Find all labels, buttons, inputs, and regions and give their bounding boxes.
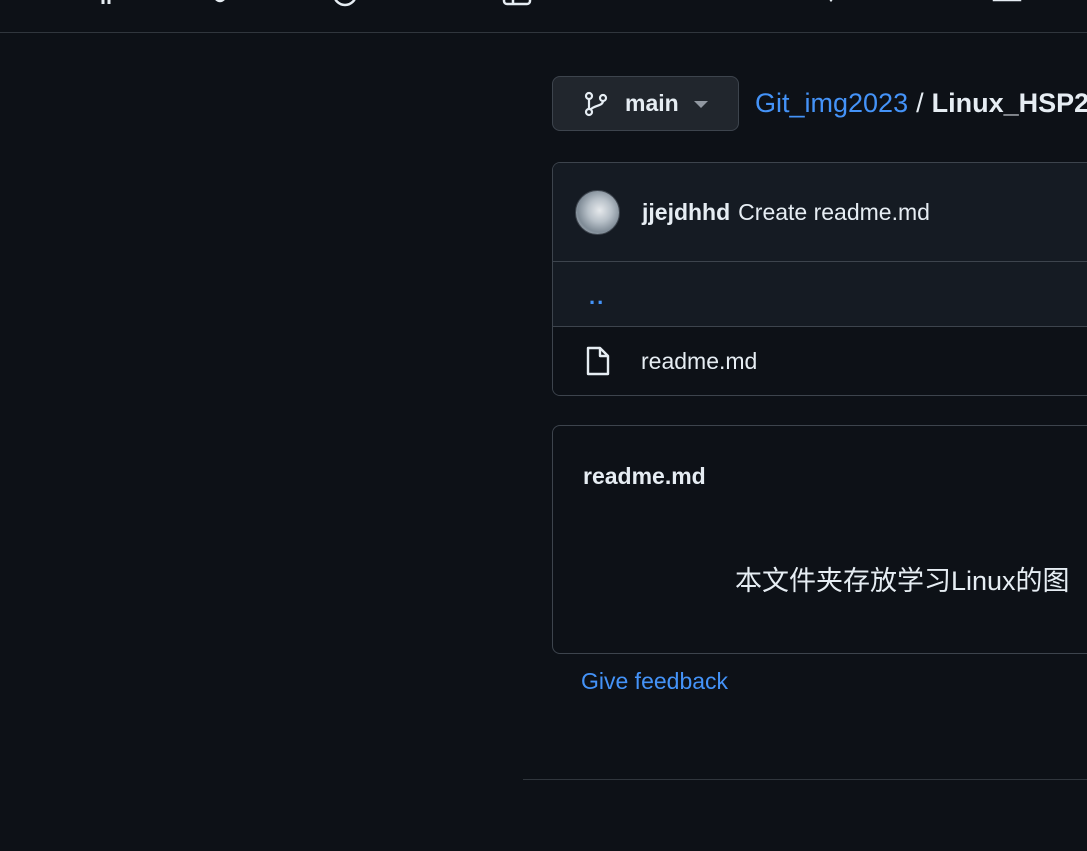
pull-requests-tab-icon[interactable] — [210, 0, 230, 8]
breadcrumb-repo-link[interactable]: Git_img2023 — [755, 88, 908, 118]
commit-author-link[interactable]: jjejdhhd — [642, 199, 730, 226]
chevron-down-icon — [693, 99, 709, 109]
breadcrumb: Git_img2023 /Linux_HSP2 — [755, 88, 1087, 119]
projects-tab-icon[interactable] — [502, 0, 532, 8]
code-tab-icon[interactable] — [100, 0, 126, 8]
readme-title[interactable]: readme.md — [583, 463, 706, 490]
projects-tab-label-fragment[interactable] — [548, 0, 608, 8]
breadcrumb-current-folder: Linux_HSP2 — [931, 88, 1087, 118]
parent-directory-row[interactable]: .. — [553, 262, 1087, 327]
avatar[interactable] — [575, 189, 620, 235]
branch-selector-button[interactable]: main — [552, 76, 739, 131]
file-icon — [585, 346, 611, 376]
breadcrumb-separator: / — [916, 88, 924, 118]
page-root: main Git_img2023 /Linux_HSP2 jjejdhhd Cre… — [0, 0, 1087, 851]
parent-directory-link[interactable]: .. — [589, 284, 605, 310]
repo-nav-bar — [0, 0, 1087, 33]
actions-tab-icon[interactable] — [332, 0, 358, 8]
list-item[interactable]: readme.md — [553, 327, 1087, 395]
give-feedback-link[interactable]: Give feedback — [581, 668, 728, 695]
security-tab-icon[interactable] — [818, 0, 844, 8]
file-name-link[interactable]: readme.md — [641, 348, 757, 375]
footer-divider — [523, 779, 1087, 780]
git-branch-icon — [583, 91, 609, 117]
commit-message-link[interactable]: Create readme.md — [738, 199, 930, 226]
insights-tab-icon[interactable] — [992, 0, 1022, 8]
readme-box: readme.md 本文件夹存放学习Linux的图 — [552, 425, 1087, 654]
readme-content: 本文件夹存放学习Linux的图 — [735, 566, 1070, 596]
branch-name: main — [625, 90, 679, 116]
latest-commit-row: jjejdhhd Create readme.md — [553, 163, 1087, 262]
file-list-box: jjejdhhd Create readme.md .. readme.md — [552, 162, 1087, 396]
